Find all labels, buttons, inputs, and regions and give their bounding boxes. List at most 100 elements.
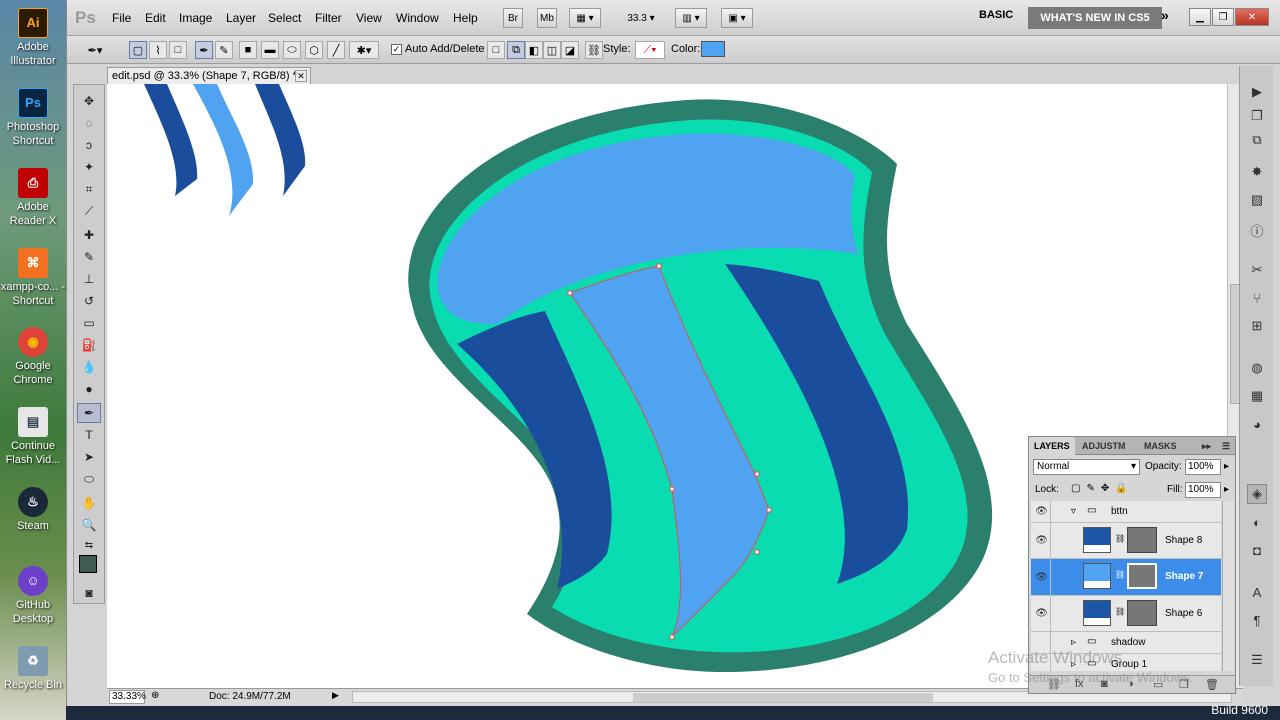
add-to-shape-icon[interactable]: ⧉ <box>507 41 525 59</box>
history-icon[interactable]: ❐ <box>1247 106 1267 126</box>
auto-add-delete-checkbox[interactable]: ✓ Auto Add/Delete <box>391 43 485 55</box>
intersect-shape-icon[interactable]: ◫ <box>543 41 561 59</box>
document-tab[interactable]: edit.psd @ 33.3% (Shape 7, RGB/8) * ✕ <box>107 67 311 84</box>
menu-filter[interactable]: Filter <box>315 11 342 25</box>
layer-list-scrollbar[interactable] <box>1222 501 1234 671</box>
clone-stamp-icon[interactable]: ⊥ <box>77 269 101 289</box>
desktop-icon-photoshop[interactable]: Ps Photoshop Shortcut <box>0 88 66 148</box>
shape-layers-mode-icon[interactable]: ▢ <box>129 41 147 59</box>
polygon-shape-icon[interactable]: ⬡ <box>305 41 323 59</box>
layers-panel-icon[interactable]: ◈ <box>1247 484 1267 504</box>
healing-brush-icon[interactable]: ✚ <box>77 225 101 245</box>
desktop-icon-illustrator[interactable]: Ai Adobe Illustrator <box>0 8 66 68</box>
status-menu-arrow-icon[interactable]: ▶ <box>332 690 346 704</box>
panel-menu-icon[interactable]: ☰ <box>1217 437 1235 455</box>
quick-mask-icon[interactable]: ◙ <box>77 583 101 603</box>
layer-row-shape-7[interactable]: 👁 ⛓ Shape 7 <box>1031 559 1221 596</box>
style-picker[interactable]: ⟋▾ <box>635 41 665 59</box>
dodge-tool-icon[interactable]: ● <box>77 379 101 399</box>
channels-icon[interactable]: ◐ <box>1247 512 1267 532</box>
lock-options-icon[interactable]: ▢✎✥🔒 <box>1071 483 1134 494</box>
more-workspaces-icon[interactable]: » <box>1161 7 1169 23</box>
brush-panel-icon[interactable]: ⊞ <box>1247 316 1267 336</box>
desktop-icon-github[interactable]: ☺ GitHub Desktop <box>0 566 66 626</box>
type-tool-icon[interactable]: T <box>77 425 101 445</box>
blend-mode-select[interactable]: Normal ▾ <box>1033 459 1140 475</box>
mini-bridge-button[interactable]: Mb <box>537 8 557 28</box>
desktop-icon-flash-video[interactable]: ▤ Continue Flash Vid... <box>0 407 66 467</box>
panel-options-icon[interactable]: ☰ <box>1247 650 1267 670</box>
zoom-level-dropdown[interactable]: 33.3 ▾ <box>619 8 663 28</box>
close-button[interactable]: ✕ <box>1235 8 1269 26</box>
visibility-eye-icon[interactable]: 👁 <box>1033 523 1051 558</box>
lasso-tool-icon[interactable]: ↄ <box>77 135 101 155</box>
anchor-point[interactable] <box>567 290 573 296</box>
bridge-button[interactable]: Br <box>503 8 523 28</box>
fill-field[interactable]: 100% <box>1185 482 1221 498</box>
tool-presets-icon[interactable]: ✂ <box>1247 260 1267 280</box>
menu-select[interactable]: Select <box>268 11 301 25</box>
view-extras-button[interactable]: ▦ ▾ <box>569 8 601 28</box>
restore-button[interactable]: ❐ <box>1212 8 1234 26</box>
expand-arrow-icon[interactable]: ▿ <box>1071 506 1076 517</box>
fill-arrow-icon[interactable]: ▸ <box>1224 484 1229 495</box>
eraser-tool-icon[interactable]: ▭ <box>77 313 101 333</box>
menu-image[interactable]: Image <box>179 11 212 25</box>
rectangle-shape-icon[interactable]: ■ <box>239 41 257 59</box>
blur-tool-icon[interactable]: 💧 <box>77 357 101 377</box>
paths-mode-icon[interactable]: ⌇ <box>149 41 167 59</box>
menu-edit[interactable]: Edit <box>145 11 166 25</box>
layer-row-shape-8[interactable]: 👁 ⛓ Shape 8 <box>1031 523 1221 559</box>
histogram-icon[interactable]: ▨ <box>1247 190 1267 210</box>
anchor-point[interactable] <box>669 634 675 640</box>
quick-selection-icon[interactable]: ✦ <box>77 157 101 177</box>
desktop-icon-xampp[interactable]: ⌘ xampp-co... - Shortcut <box>0 248 66 308</box>
eyedropper-tool-icon[interactable]: ⟋ <box>77 201 101 221</box>
tab-layers[interactable]: LAYERS <box>1029 437 1075 455</box>
delete-layer-icon[interactable]: 🗑 <box>1205 678 1219 691</box>
layer-row-shape-6[interactable]: 👁 ⛓ Shape 6 <box>1031 596 1221 632</box>
link-icon[interactable]: ⛓ <box>585 41 603 59</box>
brush-presets-icon[interactable]: ⑂ <box>1247 288 1267 308</box>
desktop-icon-recycle-bin[interactable]: ♻ Recycle Bin <box>0 646 66 692</box>
tab-adjustments[interactable]: ADJUSTM <box>1077 437 1131 455</box>
line-shape-icon[interactable]: ╱ <box>327 41 345 59</box>
shape-color-swatch[interactable] <box>701 41 725 57</box>
opacity-arrow-icon[interactable]: ▸ <box>1224 461 1229 472</box>
menu-window[interactable]: Window <box>396 11 439 25</box>
close-document-icon[interactable]: ✕ <box>295 70 307 82</box>
visibility-eye-icon[interactable]: 👁 <box>1033 596 1051 631</box>
paragraph-icon[interactable]: ¶ <box>1247 610 1267 630</box>
subtract-shape-icon[interactable]: ◧ <box>525 41 543 59</box>
rounded-rectangle-icon[interactable]: ▬ <box>261 41 279 59</box>
expand-arrow-icon[interactable]: ▹ <box>1071 637 1076 648</box>
info-icon[interactable]: ⓘ <box>1247 220 1267 240</box>
path-selection-icon[interactable]: ➤ <box>77 447 101 467</box>
visibility-eye-icon[interactable]: 👁 <box>1033 559 1051 595</box>
pen-icon[interactable]: ✒ <box>195 41 213 59</box>
workspace-basic[interactable]: BASIC <box>979 9 1013 21</box>
minimize-button[interactable]: ▁ <box>1189 8 1211 26</box>
desktop-icon-steam[interactable]: ♨ Steam <box>0 487 66 533</box>
hand-tool-icon[interactable]: ✋ <box>77 493 101 513</box>
status-zoom-field[interactable]: 33.33% <box>109 690 146 704</box>
brush-tool-icon[interactable]: ✎ <box>77 247 101 267</box>
menu-view[interactable]: View <box>356 11 382 25</box>
menu-layer[interactable]: Layer <box>226 11 256 25</box>
scroll-thumb[interactable] <box>633 693 933 702</box>
collapse-panel-icon[interactable]: ▸▸ <box>1197 437 1216 455</box>
anchor-point[interactable] <box>754 471 760 477</box>
workspace-whats-new[interactable]: WHAT'S NEW IN CS5 <box>1028 7 1162 29</box>
exclude-shape-icon[interactable]: ◪ <box>561 41 579 59</box>
ellipse-shape-icon[interactable]: ⬭ <box>283 41 301 59</box>
screen-mode-button[interactable]: ▣ ▾ <box>721 8 753 28</box>
create-new-shape-icon[interactable]: □ <box>487 41 505 59</box>
paint-bucket-icon[interactable]: ⛽ <box>77 335 101 355</box>
pen-tool-preset-icon[interactable]: ✒▾ <box>81 41 109 59</box>
styles-icon[interactable]: ◕ <box>1247 414 1267 434</box>
foreground-color[interactable] <box>79 555 97 573</box>
paths-icon[interactable]: ◘ <box>1247 540 1267 560</box>
menu-help[interactable]: Help <box>453 11 478 25</box>
status-info-icon[interactable]: ⊕ <box>151 690 159 701</box>
move-tool-icon[interactable]: ✥ <box>77 91 101 111</box>
